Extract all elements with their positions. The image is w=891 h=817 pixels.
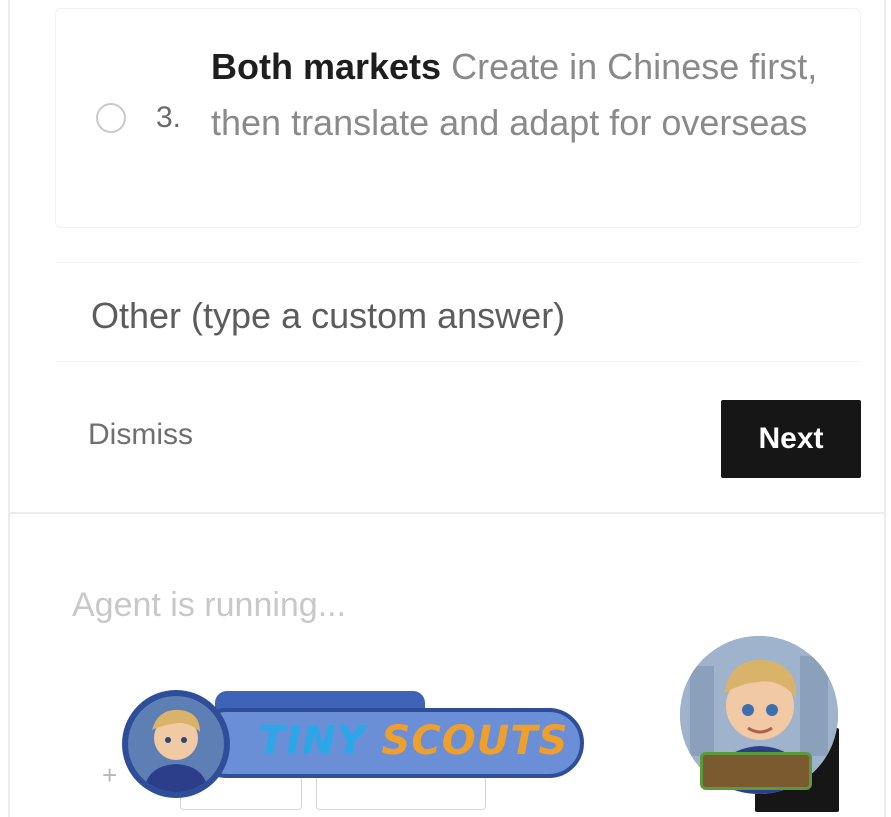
watermark-avatar-icon (122, 690, 230, 798)
panel-right-edge (884, 0, 886, 817)
watermark-decoration (700, 752, 812, 790)
option-card-both-markets[interactable]: 3. Both markets Create in Chinese first,… (55, 8, 861, 228)
watermark-word-2: SCOUTS (381, 718, 569, 764)
other-answer-placeholder: Other (type a custom answer) (91, 295, 566, 336)
watermark-text: TINY SCOUTS (258, 718, 568, 764)
option-label: Both markets Create in Chinese first, th… (211, 39, 841, 151)
option-title: Both markets (211, 46, 442, 87)
option-number: 3. (156, 101, 182, 134)
avatar-illustration-icon (144, 709, 208, 792)
agent-message-input[interactable] (72, 575, 772, 635)
dismiss-button[interactable]: Dismiss (88, 418, 193, 452)
next-button[interactable]: Next (721, 400, 861, 478)
other-answer-field[interactable]: Other (type a custom answer) (55, 262, 861, 362)
watermark-word-1: TINY (258, 718, 367, 764)
radio-button[interactable] (96, 103, 126, 133)
section-divider (8, 512, 886, 514)
add-icon[interactable]: + (102, 760, 117, 791)
panel-left-edge (8, 0, 10, 817)
